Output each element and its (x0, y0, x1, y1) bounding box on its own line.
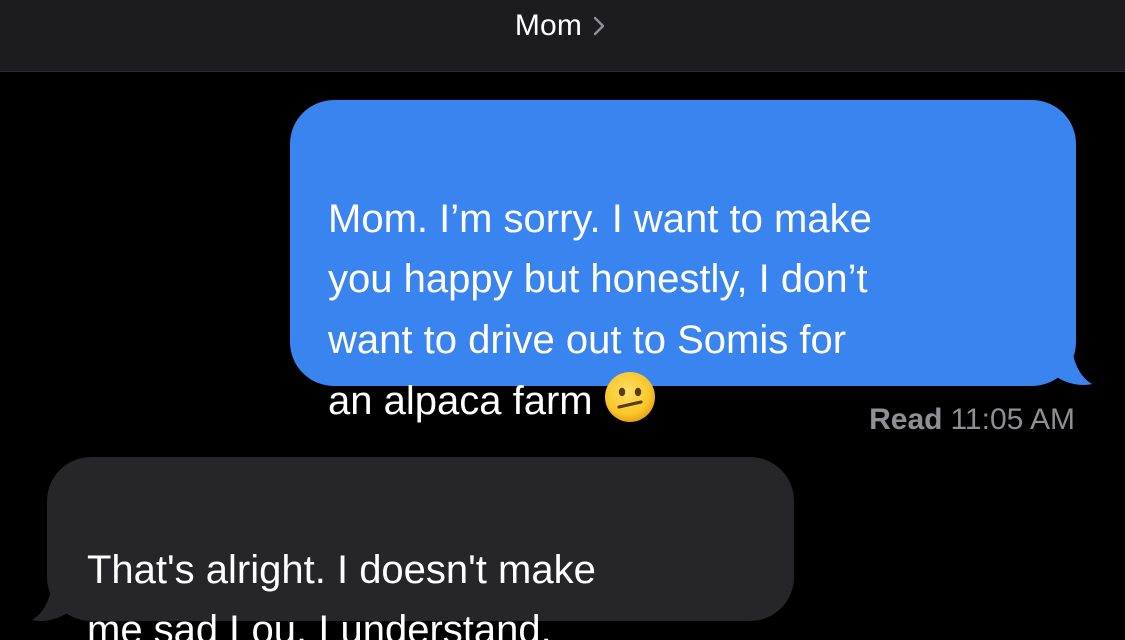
incoming-message-bubble[interactable]: That's alright. I doesn't make me sad Lo… (47, 457, 794, 640)
read-status: Read (869, 403, 943, 436)
contact-name: Mom (514, 8, 583, 42)
outgoing-bubble-tail (1050, 343, 1092, 385)
conversation-header: Mom (0, 0, 1125, 72)
read-receipt: Read 11:05 AM (869, 403, 1075, 437)
incoming-bubble-tail (32, 579, 74, 621)
read-time: 11:05 AM (950, 403, 1075, 436)
message-thread[interactable]: Mom. I’m sorry. I want to make you happy… (0, 73, 1125, 640)
outgoing-message-text: Mom. I’m sorry. I want to make you happy… (328, 196, 872, 424)
neutral-face-emoji-icon (604, 372, 655, 422)
outgoing-message-bubble[interactable]: Mom. I’m sorry. I want to make you happy… (290, 100, 1076, 423)
incoming-message-text: That's alright. I doesn't make me sad Lo… (87, 547, 596, 640)
contact-details-button[interactable]: Mom (515, 9, 610, 43)
messages-screen: Mom Mom. I’m sorry. I want to make you h… (0, 0, 1125, 640)
chevron-right-icon (593, 16, 605, 35)
